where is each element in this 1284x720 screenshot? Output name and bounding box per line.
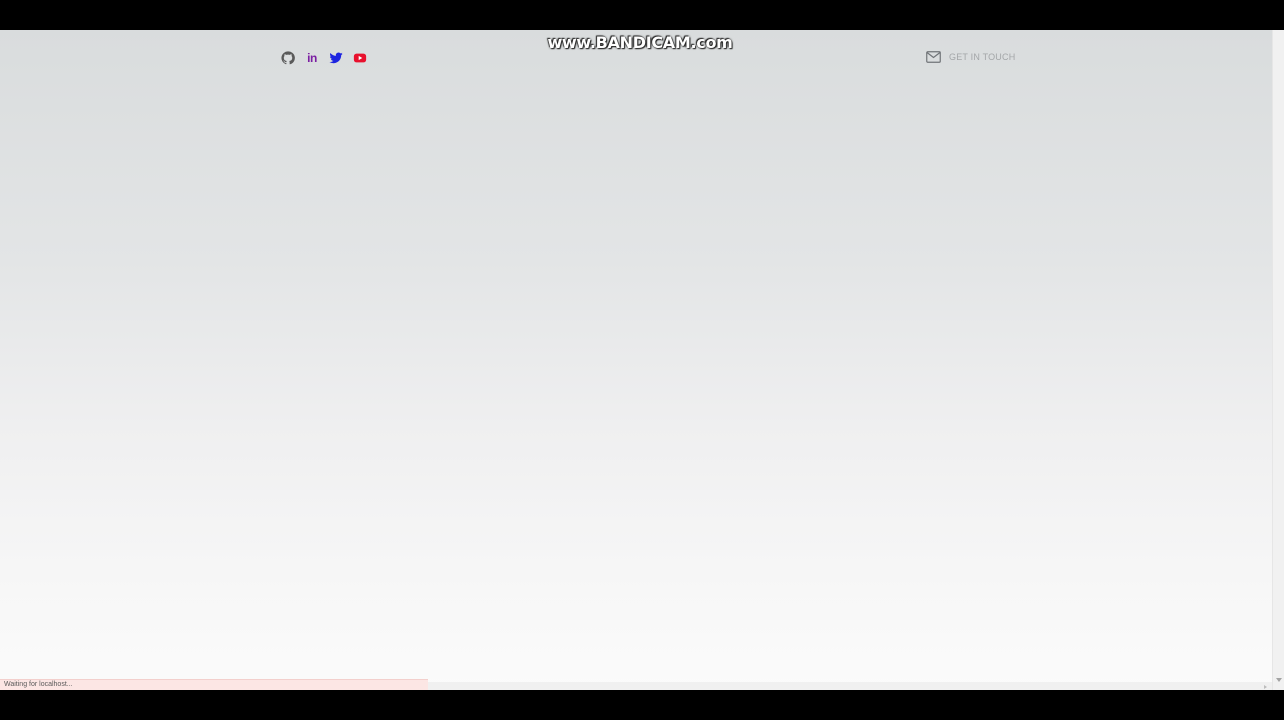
youtube-icon — [353, 53, 367, 63]
status-text: Waiting for localhost... — [4, 681, 73, 688]
vertical-scrollbar[interactable] — [1272, 30, 1284, 690]
browser-status-bar: Waiting for localhost... — [0, 679, 428, 690]
social-links: in — [280, 50, 368, 66]
twitter-icon — [329, 52, 343, 64]
get-in-touch-link[interactable]: GET IN TOUCH — [926, 51, 1015, 63]
screen-recording-frame: in GET IN TOUCH www.BANDICAM.com Waiting… — [0, 0, 1284, 720]
get-in-touch-label: GET IN TOUCH — [949, 52, 1016, 62]
mail-icon — [926, 51, 941, 63]
twitter-link[interactable] — [328, 50, 344, 66]
scroll-down-arrow-icon[interactable] — [1276, 678, 1282, 682]
horizontal-scrollbar[interactable] — [428, 682, 1272, 690]
linkedin-link[interactable]: in — [304, 50, 320, 66]
letterbox-top — [0, 0, 1284, 30]
recording-watermark: www.BANDICAM.com — [547, 33, 733, 52]
github-link[interactable] — [280, 50, 296, 66]
youtube-link[interactable] — [352, 50, 368, 66]
page-body: in GET IN TOUCH www.BANDICAM.com Waiting… — [0, 30, 1272, 690]
scroll-right-arrow-icon[interactable] — [1264, 685, 1267, 689]
letterbox-bottom — [0, 690, 1284, 720]
browser-viewport: in GET IN TOUCH www.BANDICAM.com Waiting… — [0, 30, 1284, 690]
linkedin-icon: in — [307, 51, 317, 65]
github-icon — [281, 51, 295, 65]
